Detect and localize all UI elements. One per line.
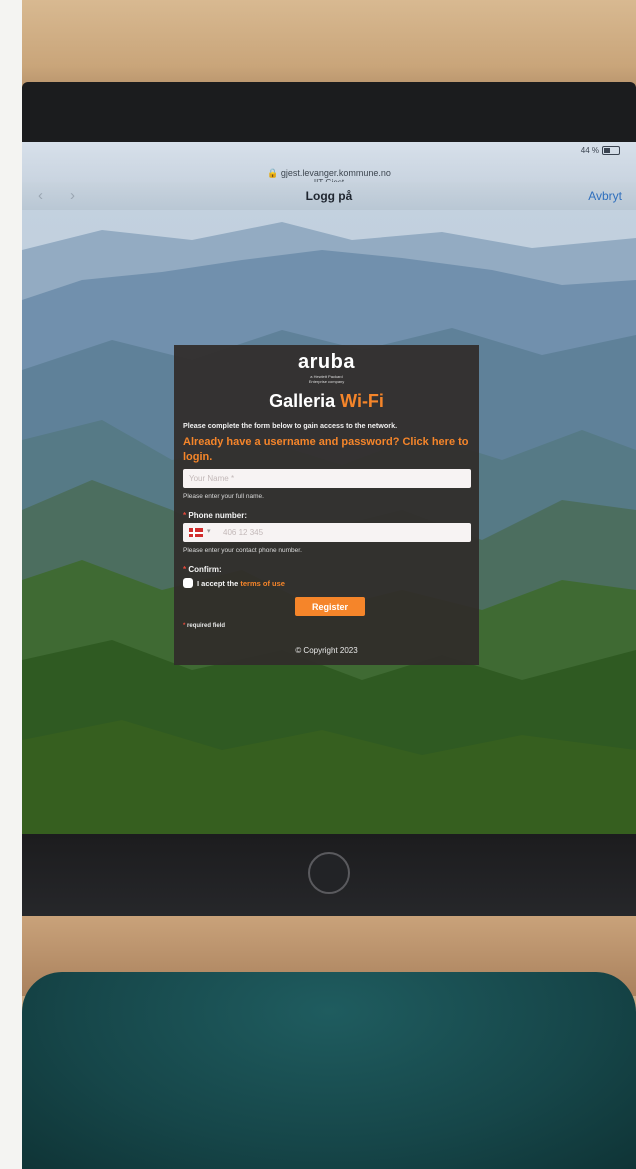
chevron-down-icon[interactable]: ▾ [207,527,211,535]
name-hint: Please enter your full name. [183,493,264,500]
confirm-label: * Confirm: [183,565,222,574]
aruba-logo: aruba [298,351,355,373]
navigation-bar: ‹ › Logg på Avbryt [22,182,636,211]
phone-label-text: Phone number: [188,511,248,520]
photo-border [0,0,22,1169]
name-input[interactable] [183,469,471,488]
logo-tagline: a Hewlett Packard Enterprise company [174,374,479,384]
phone-field: ▾ [183,523,471,542]
heading-accent: Wi-Fi [340,391,384,411]
battery-icon [602,146,620,155]
required-note-text: required field [187,623,226,629]
battery-percent: 44 % [580,146,599,155]
chair-backrest [22,972,636,1169]
lock-icon: 🔒 [267,168,279,178]
url-label: 🔒 gjest.levanger.kommune.no [22,168,636,178]
copyright: © Copyright 2023 [295,646,358,655]
terms-link[interactable]: terms of use [240,579,285,588]
phone-input[interactable] [219,523,467,542]
login-link[interactable]: Already have a username and password? Cl… [183,435,473,465]
status-bar: 44 % 🔒 gjest.levanger.kommune.no IIT-Gje… [22,142,636,187]
norway-flag-icon[interactable] [189,528,203,537]
confirm-label-text: Confirm: [188,565,222,574]
required-star: * [183,565,187,574]
phone-hint: Please enter your contact phone number. [183,547,302,554]
terms-checkbox[interactable] [183,578,193,588]
home-button[interactable] [308,852,350,894]
url-text: gjest.levanger.kommune.no [280,168,391,178]
phone-label: * Phone number: [183,511,247,520]
tablet-screen: 44 % 🔒 gjest.levanger.kommune.no IIT-Gje… [22,142,636,834]
tablet-bottom-bezel [22,834,636,916]
cancel-button[interactable]: Avbryt [588,189,622,203]
portal-heading: Galleria Wi-Fi [174,391,479,412]
login-portal: aruba a Hewlett Packard Enterprise compa… [174,345,479,665]
required-note: * required field [183,623,225,629]
register-button[interactable]: Register [295,597,365,616]
required-star: * [183,623,186,629]
accept-terms-text: I accept the terms of use [197,579,285,588]
logo-tagline-line-2: Enterprise company [308,379,345,384]
page-title: Logg på [305,189,353,203]
battery-indicator: 44 % [581,146,620,155]
accept-text: I accept the [197,579,241,588]
intro-text: Please complete the form below to gain a… [183,421,398,430]
heading-main: Galleria [269,391,341,411]
required-star: * [183,511,187,520]
